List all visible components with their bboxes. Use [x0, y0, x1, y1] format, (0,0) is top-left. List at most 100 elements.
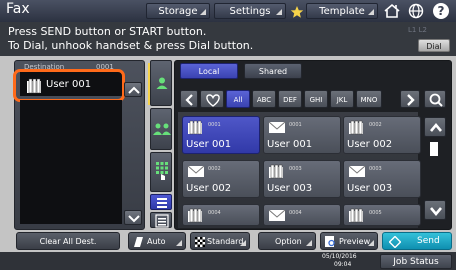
- chevron-left-icon: [185, 94, 193, 106]
- destination-scroll-down[interactable]: [124, 210, 142, 225]
- group-icon: [349, 208, 363, 223]
- index-ghi[interactable]: GHI: [304, 90, 328, 108]
- entry-number: 0002: [208, 166, 221, 172]
- standard-button[interactable]: Standard: [190, 232, 250, 250]
- detail-view-button[interactable]: [150, 212, 172, 228]
- mail-icon: [187, 165, 205, 177]
- chevron-up-icon: [430, 122, 442, 132]
- address-book-side-button[interactable]: [148, 60, 172, 106]
- destination-item-label: User 001: [46, 79, 92, 90]
- address-entry[interactable]: 0004: [182, 204, 260, 226]
- address-entry[interactable]: 0002 User 002: [182, 160, 260, 198]
- message-line-2: To Dial, unhook handset & press Dial but…: [8, 39, 254, 52]
- group-icon: [349, 120, 363, 135]
- person-icon: [156, 77, 168, 89]
- checker-icon: [195, 237, 205, 247]
- entry-number: 0002: [369, 122, 382, 128]
- index-prev-button[interactable]: [180, 90, 198, 108]
- group-people-icon: [153, 123, 171, 135]
- index-all[interactable]: All: [226, 90, 250, 108]
- index-next-button[interactable]: [400, 90, 420, 108]
- help-icon[interactable]: ?: [433, 3, 449, 19]
- chevron-down-icon: [430, 207, 442, 217]
- home-icon[interactable]: [383, 3, 401, 19]
- tab-storage-label: Storage: [158, 6, 198, 17]
- keypad-side-button[interactable]: [150, 152, 172, 192]
- grid-scroll-up[interactable]: [424, 117, 446, 137]
- tab-shared-label: Shared: [258, 67, 288, 76]
- tab-storage[interactable]: Storage: [146, 3, 210, 19]
- address-entry[interactable]: 0002 User 002: [343, 116, 421, 154]
- message-line-1: Press SEND button or START button.: [8, 25, 207, 38]
- status-date: 05/10/2016: [322, 253, 357, 260]
- resolution-icon: [134, 237, 143, 247]
- mail-icon: [348, 165, 366, 177]
- index-jkl[interactable]: JKL: [330, 90, 354, 108]
- clear-all-label: Clear All Dest.: [39, 237, 97, 246]
- entry-name: User 002: [347, 139, 393, 150]
- option-button[interactable]: Option: [258, 232, 316, 250]
- standard-label: Standard: [207, 237, 244, 246]
- dial-button[interactable]: Dial: [418, 39, 450, 52]
- entry-name: User 003: [347, 183, 393, 194]
- auto-label: Auto: [147, 237, 166, 246]
- entry-number: 0001: [289, 122, 302, 128]
- preview-button[interactable]: Preview: [320, 232, 378, 250]
- list-view-icon: [157, 198, 167, 208]
- destination-item[interactable]: User 001: [20, 74, 124, 98]
- star-icon[interactable]: [290, 4, 304, 18]
- tab-shared[interactable]: Shared: [244, 63, 302, 79]
- index-def[interactable]: DEF: [278, 90, 302, 108]
- send-label: Send: [417, 236, 440, 246]
- entry-number: 0004: [208, 210, 221, 216]
- globe-icon[interactable]: [408, 3, 424, 19]
- entry-name: User 002: [186, 183, 232, 194]
- keypad-icon: [156, 162, 168, 180]
- app-title: Fax: [6, 1, 30, 17]
- group-icon: [188, 208, 202, 223]
- entry-name: User 001: [267, 139, 313, 150]
- option-label: Option: [275, 237, 302, 246]
- address-entry[interactable]: 0004: [263, 204, 341, 226]
- tab-template-label: Template: [319, 6, 365, 17]
- address-entry[interactable]: 0001 User 001: [263, 116, 341, 154]
- preview-label: Preview: [339, 237, 371, 246]
- entry-number: 0005: [369, 210, 382, 216]
- entry-number: 0004: [289, 210, 302, 216]
- group-icon: [27, 78, 41, 94]
- index-mno[interactable]: MNO: [356, 90, 382, 108]
- job-status-button[interactable]: Job Status: [380, 254, 452, 269]
- entry-name: User 001: [186, 139, 232, 150]
- address-entry[interactable]: 0005: [343, 204, 421, 226]
- index-abc[interactable]: ABC: [252, 90, 276, 108]
- tab-local[interactable]: Local: [180, 63, 238, 79]
- entry-number: 0003: [369, 166, 382, 172]
- grid-scroll-down[interactable]: [424, 200, 446, 220]
- group-side-button[interactable]: [150, 108, 172, 150]
- heart-icon: [206, 94, 220, 107]
- address-entry[interactable]: 0003 User 003: [343, 160, 421, 198]
- entry-name: User 003: [267, 183, 313, 194]
- group-icon: [188, 120, 202, 135]
- list-view-button[interactable]: [150, 194, 172, 210]
- chevron-right-icon: [407, 94, 415, 106]
- send-diamond-icon: [389, 236, 401, 248]
- line-indicator: L1 L2: [408, 26, 427, 34]
- destination-scroll-up[interactable]: [124, 82, 142, 97]
- tab-settings[interactable]: Settings: [214, 3, 286, 19]
- tab-local-label: Local: [198, 67, 220, 76]
- grid-scroll-thumb[interactable]: [430, 142, 438, 156]
- address-entry[interactable]: 0001 User 001: [182, 116, 260, 154]
- search-button[interactable]: [424, 90, 446, 108]
- preview-icon: [325, 236, 335, 247]
- group-icon: [269, 164, 283, 179]
- send-button[interactable]: Send: [382, 232, 452, 250]
- mail-icon: [268, 209, 286, 221]
- mail-icon: [268, 121, 286, 133]
- favorites-button[interactable]: [200, 90, 224, 108]
- tab-template[interactable]: Template: [306, 3, 378, 19]
- entry-number: 0003: [289, 166, 302, 172]
- auto-button[interactable]: Auto: [128, 232, 186, 250]
- clear-all-destinations-button[interactable]: Clear All Dest.: [16, 232, 120, 250]
- address-entry[interactable]: 0003 User 003: [263, 160, 341, 198]
